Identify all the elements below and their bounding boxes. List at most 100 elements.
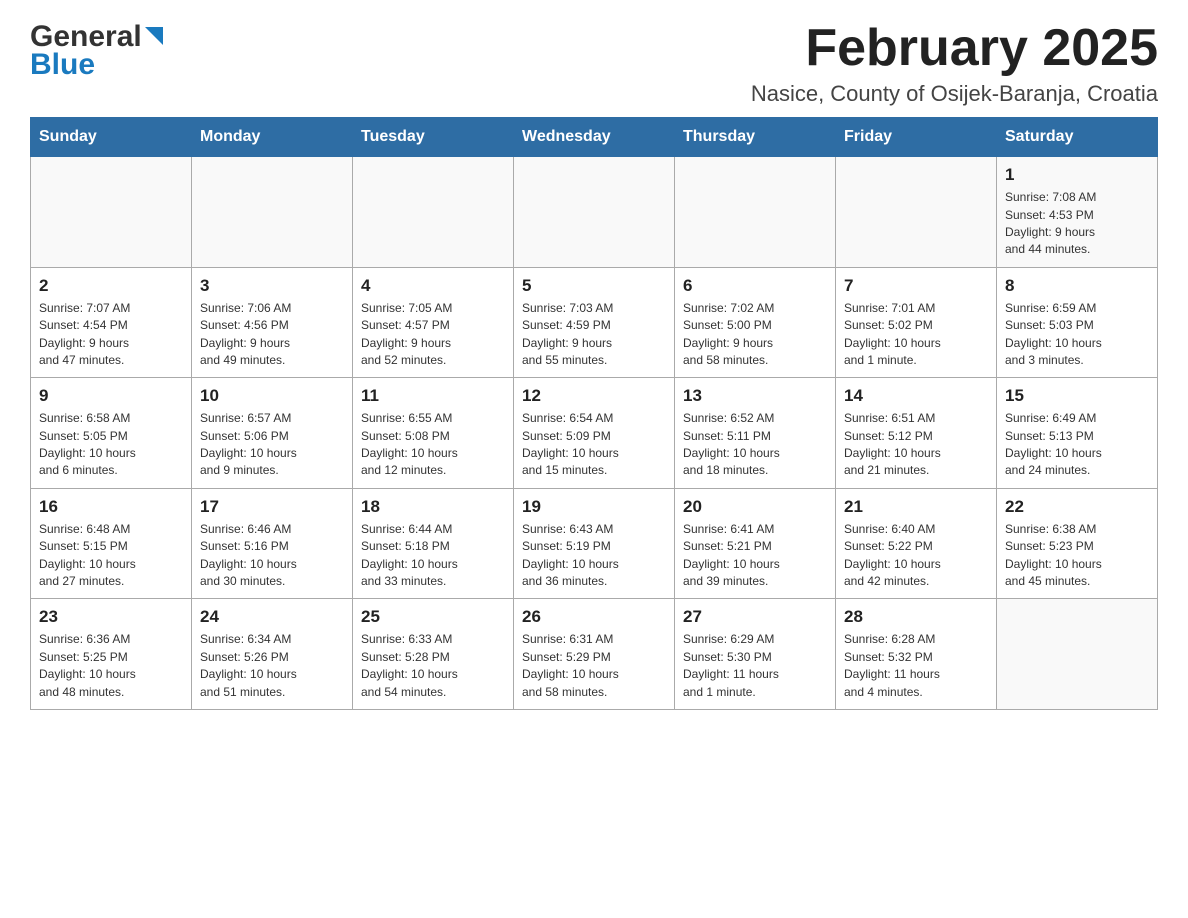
day-info: Sunrise: 6:57 AM Sunset: 5:06 PM Dayligh… — [200, 410, 344, 480]
day-info: Sunrise: 7:03 AM Sunset: 4:59 PM Dayligh… — [522, 300, 666, 370]
calendar-week-4: 16 Sunrise: 6:48 AM Sunset: 5:15 PM Dayli… — [31, 488, 1158, 599]
day-number: 18 — [361, 497, 505, 517]
calendar-header-tuesday: Tuesday — [353, 118, 514, 157]
calendar-cell: 6 Sunrise: 7:02 AM Sunset: 5:00 PM Daylig… — [675, 267, 836, 378]
day-info: Sunrise: 6:52 AM Sunset: 5:11 PM Dayligh… — [683, 410, 827, 480]
day-number: 16 — [39, 497, 183, 517]
day-info: Sunrise: 6:41 AM Sunset: 5:21 PM Dayligh… — [683, 521, 827, 591]
day-info: Sunrise: 6:55 AM Sunset: 5:08 PM Dayligh… — [361, 410, 505, 480]
calendar-cell — [192, 157, 353, 268]
calendar-cell: 22 Sunrise: 6:38 AM Sunset: 5:23 PM Dayli… — [997, 488, 1158, 599]
day-number: 13 — [683, 386, 827, 406]
calendar-cell: 1Sunrise: 7:08 AM Sunset: 4:53 PM Daylig… — [997, 157, 1158, 268]
day-info: Sunrise: 6:36 AM Sunset: 5:25 PM Dayligh… — [39, 631, 183, 701]
calendar-cell: 3 Sunrise: 7:06 AM Sunset: 4:56 PM Daylig… — [192, 267, 353, 378]
calendar-cell — [997, 599, 1158, 710]
calendar-cell: 19 Sunrise: 6:43 AM Sunset: 5:19 PM Dayli… — [514, 488, 675, 599]
month-title: February 2025 — [751, 20, 1158, 77]
calendar-cell: 26Sunrise: 6:31 AM Sunset: 5:29 PM Dayli… — [514, 599, 675, 710]
day-number: 3 — [200, 276, 344, 296]
day-number: 17 — [200, 497, 344, 517]
title-block: February 2025 Nasice, County of Osijek-B… — [751, 20, 1158, 107]
day-info: Sunrise: 6:40 AM Sunset: 5:22 PM Dayligh… — [844, 521, 988, 591]
day-info: Sunrise: 6:43 AM Sunset: 5:19 PM Dayligh… — [522, 521, 666, 591]
calendar-cell: 25 Sunrise: 6:33 AM Sunset: 5:28 PM Dayli… — [353, 599, 514, 710]
calendar-cell: 10 Sunrise: 6:57 AM Sunset: 5:06 PM Dayli… — [192, 378, 353, 489]
calendar-cell: 17 Sunrise: 6:46 AM Sunset: 5:16 PM Dayli… — [192, 488, 353, 599]
calendar-cell: 11 Sunrise: 6:55 AM Sunset: 5:08 PM Dayli… — [353, 378, 514, 489]
day-info: Sunrise: 6:54 AM Sunset: 5:09 PM Dayligh… — [522, 410, 666, 480]
calendar-cell — [836, 157, 997, 268]
calendar-cell: 13 Sunrise: 6:52 AM Sunset: 5:11 PM Dayli… — [675, 378, 836, 489]
day-info: Sunrise: 6:29 AM Sunset: 5:30 PM Dayligh… — [683, 631, 827, 701]
calendar-header-thursday: Thursday — [675, 118, 836, 157]
calendar-cell: 8Sunrise: 6:59 AM Sunset: 5:03 PM Daylig… — [997, 267, 1158, 378]
day-number: 22 — [1005, 497, 1149, 517]
day-info: Sunrise: 6:34 AM Sunset: 5:26 PM Dayligh… — [200, 631, 344, 701]
day-info: Sunrise: 6:49 AM Sunset: 5:13 PM Dayligh… — [1005, 410, 1149, 480]
day-number: 4 — [361, 276, 505, 296]
calendar-cell: 21 Sunrise: 6:40 AM Sunset: 5:22 PM Dayli… — [836, 488, 997, 599]
calendar-header-wednesday: Wednesday — [514, 118, 675, 157]
calendar-cell: 2 Sunrise: 7:07 AM Sunset: 4:54 PM Daylig… — [31, 267, 192, 378]
day-info: Sunrise: 6:58 AM Sunset: 5:05 PM Dayligh… — [39, 410, 183, 480]
logo-blue: Blue — [30, 48, 95, 81]
calendar-cell: 7Sunrise: 7:01 AM Sunset: 5:02 PM Daylig… — [836, 267, 997, 378]
day-info: Sunrise: 6:38 AM Sunset: 5:23 PM Dayligh… — [1005, 521, 1149, 591]
day-number: 27 — [683, 607, 827, 627]
day-info: Sunrise: 6:44 AM Sunset: 5:18 PM Dayligh… — [361, 521, 505, 591]
calendar-cell: 27 Sunrise: 6:29 AM Sunset: 5:30 PM Dayli… — [675, 599, 836, 710]
day-info: Sunrise: 6:51 AM Sunset: 5:12 PM Dayligh… — [844, 410, 988, 480]
day-info: Sunrise: 7:07 AM Sunset: 4:54 PM Dayligh… — [39, 300, 183, 370]
logo: General Blue — [30, 20, 163, 82]
day-number: 25 — [361, 607, 505, 627]
calendar-week-2: 2 Sunrise: 7:07 AM Sunset: 4:54 PM Daylig… — [31, 267, 1158, 378]
day-info: Sunrise: 6:31 AM Sunset: 5:29 PM Dayligh… — [522, 631, 666, 701]
day-number: 14 — [844, 386, 988, 406]
day-number: 10 — [200, 386, 344, 406]
calendar-cell: 12 Sunrise: 6:54 AM Sunset: 5:09 PM Dayli… — [514, 378, 675, 489]
day-info: Sunrise: 6:28 AM Sunset: 5:32 PM Dayligh… — [844, 631, 988, 701]
day-info: Sunrise: 6:46 AM Sunset: 5:16 PM Dayligh… — [200, 521, 344, 591]
day-number: 19 — [522, 497, 666, 517]
day-number: 23 — [39, 607, 183, 627]
day-number: 20 — [683, 497, 827, 517]
calendar-header-row: SundayMondayTuesdayWednesdayThursdayFrid… — [31, 118, 1158, 157]
calendar-cell — [675, 157, 836, 268]
calendar-week-1: 1Sunrise: 7:08 AM Sunset: 4:53 PM Daylig… — [31, 157, 1158, 268]
day-number: 2 — [39, 276, 183, 296]
day-number: 6 — [683, 276, 827, 296]
page-header: General Blue February 2025 Nasice, Count… — [30, 20, 1158, 107]
day-number: 24 — [200, 607, 344, 627]
day-info: Sunrise: 7:01 AM Sunset: 5:02 PM Dayligh… — [844, 300, 988, 370]
calendar-cell: 14 Sunrise: 6:51 AM Sunset: 5:12 PM Dayli… — [836, 378, 997, 489]
day-number: 12 — [522, 386, 666, 406]
day-number: 28 — [844, 607, 988, 627]
calendar-header-friday: Friday — [836, 118, 997, 157]
calendar-cell: 24 Sunrise: 6:34 AM Sunset: 5:26 PM Dayli… — [192, 599, 353, 710]
day-info: Sunrise: 6:59 AM Sunset: 5:03 PM Dayligh… — [1005, 300, 1149, 370]
day-info: Sunrise: 6:48 AM Sunset: 5:15 PM Dayligh… — [39, 521, 183, 591]
calendar-week-5: 23 Sunrise: 6:36 AM Sunset: 5:25 PM Dayli… — [31, 599, 1158, 710]
calendar-cell: 16 Sunrise: 6:48 AM Sunset: 5:15 PM Dayli… — [31, 488, 192, 599]
calendar-cell: 9 Sunrise: 6:58 AM Sunset: 5:05 PM Daylig… — [31, 378, 192, 489]
day-number: 21 — [844, 497, 988, 517]
calendar-week-3: 9 Sunrise: 6:58 AM Sunset: 5:05 PM Daylig… — [31, 378, 1158, 489]
calendar-cell — [514, 157, 675, 268]
calendar-cell: 20 Sunrise: 6:41 AM Sunset: 5:21 PM Dayli… — [675, 488, 836, 599]
day-number: 9 — [39, 386, 183, 406]
day-info: Sunrise: 6:33 AM Sunset: 5:28 PM Dayligh… — [361, 631, 505, 701]
calendar-cell: 18 Sunrise: 6:44 AM Sunset: 5:18 PM Dayli… — [353, 488, 514, 599]
calendar-table: SundayMondayTuesdayWednesdayThursdayFrid… — [30, 117, 1158, 710]
calendar-cell — [353, 157, 514, 268]
calendar-header-saturday: Saturday — [997, 118, 1158, 157]
calendar-cell — [31, 157, 192, 268]
calendar-cell: 23 Sunrise: 6:36 AM Sunset: 5:25 PM Dayli… — [31, 599, 192, 710]
day-info: Sunrise: 7:02 AM Sunset: 5:00 PM Dayligh… — [683, 300, 827, 370]
day-info: Sunrise: 7:06 AM Sunset: 4:56 PM Dayligh… — [200, 300, 344, 370]
day-number: 11 — [361, 386, 505, 406]
calendar-header-monday: Monday — [192, 118, 353, 157]
calendar-cell: 28 Sunrise: 6:28 AM Sunset: 5:32 PM Dayli… — [836, 599, 997, 710]
calendar-cell: 4Sunrise: 7:05 AM Sunset: 4:57 PM Daylig… — [353, 267, 514, 378]
calendar-cell: 15Sunrise: 6:49 AM Sunset: 5:13 PM Dayli… — [997, 378, 1158, 489]
